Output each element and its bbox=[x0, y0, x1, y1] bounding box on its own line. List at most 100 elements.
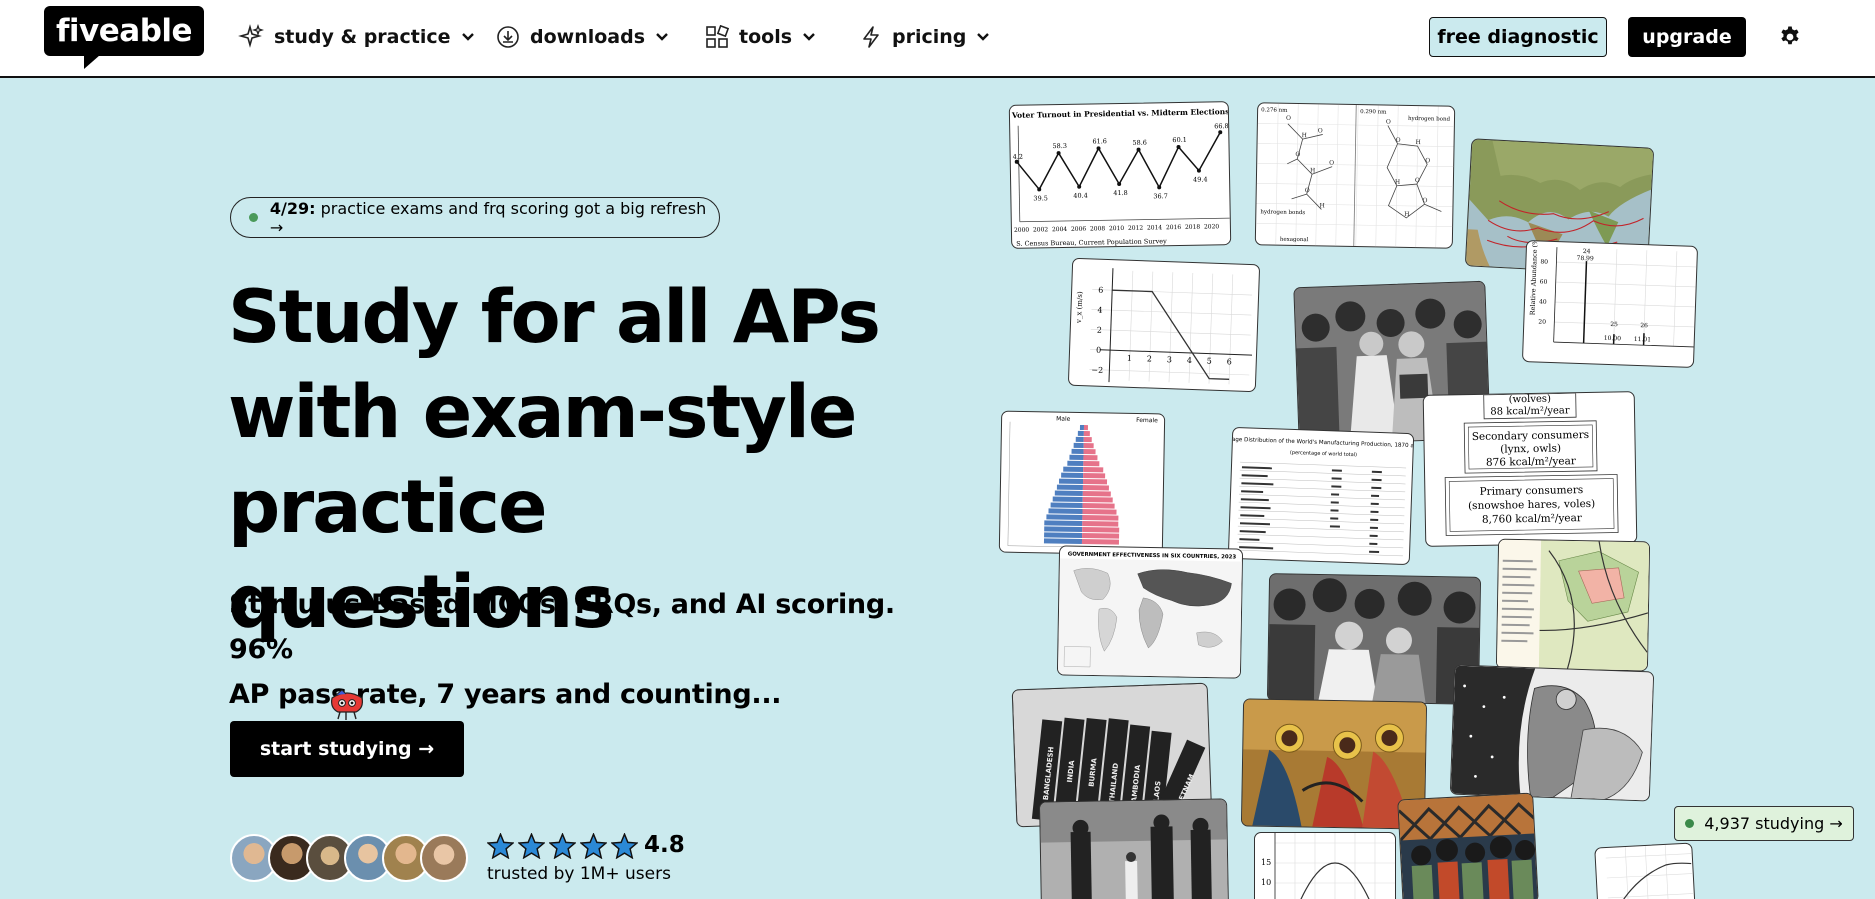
chevron-down-icon bbox=[977, 33, 990, 41]
svg-text:O: O bbox=[1396, 137, 1401, 144]
voter-title: Voter Turnout in Presidential vs. Midter… bbox=[1011, 106, 1231, 120]
nav-study-practice[interactable]: study & practice bbox=[238, 22, 475, 52]
velocity-xtick: 6 bbox=[1227, 357, 1232, 366]
card-velocity-graph: v_x (m/s) 6 4 2 0 −2 1 2 3 4 5 6 bbox=[1067, 257, 1261, 393]
trusted-text: trusted by 1M+ users bbox=[487, 864, 671, 884]
voter-source: S. Census Bureau, Current Population Sur… bbox=[1016, 237, 1167, 248]
lightning-icon bbox=[863, 26, 879, 48]
logo-text: fiveable bbox=[55, 13, 193, 49]
chevron-down-icon bbox=[656, 33, 668, 41]
table-subtitle: (percentage of world total) bbox=[1290, 450, 1357, 458]
svg-text:H: H bbox=[1395, 179, 1400, 186]
graph-ytick: 15 bbox=[1261, 858, 1271, 867]
svg-text:O: O bbox=[1329, 160, 1334, 167]
voter-value: 49.4 bbox=[1193, 175, 1208, 183]
abundance-label: 40 bbox=[1539, 299, 1547, 306]
abundance-label: 10.00 bbox=[1604, 335, 1622, 343]
voter-year: 2020 bbox=[1204, 223, 1220, 230]
abundance-label: 60 bbox=[1540, 279, 1548, 286]
velocity-xtick: 3 bbox=[1167, 355, 1172, 364]
card-curve-graph bbox=[1594, 842, 1696, 899]
voter-value: 4.2 bbox=[1013, 153, 1023, 161]
card-engraving-illustration bbox=[1449, 664, 1655, 802]
nav-pricing[interactable]: pricing bbox=[860, 22, 990, 52]
live-dot bbox=[1685, 819, 1695, 828]
velocity-axis: v_x (m/s) bbox=[1075, 291, 1084, 324]
upgrade-button[interactable]: upgrade bbox=[1628, 17, 1746, 57]
table-title: Percentage Distribution of the World's M… bbox=[1229, 436, 1415, 450]
svg-text:O: O bbox=[1386, 119, 1391, 126]
card-energy-pyramid: (wolves) 88 kcal/m²/year Secondary consu… bbox=[1422, 391, 1638, 547]
velocity-ytick: 6 bbox=[1098, 286, 1103, 295]
rating-stars bbox=[487, 833, 638, 859]
graph-ytick: 10 bbox=[1261, 878, 1271, 887]
headline-line: Study for all APs bbox=[228, 275, 881, 360]
nav-downloads[interactable]: downloads bbox=[496, 22, 669, 52]
nav-label: tools bbox=[739, 26, 793, 48]
star-icon bbox=[518, 833, 545, 859]
svg-text:H: H bbox=[1404, 211, 1409, 218]
voter-value: 39.5 bbox=[1033, 194, 1048, 202]
card-mural-painting bbox=[1397, 792, 1539, 899]
announcement-banner[interactable]: 4/29: practice exams and frq scoring got… bbox=[230, 197, 720, 238]
svg-text:O: O bbox=[1318, 127, 1323, 134]
voter-value: 58.6 bbox=[1132, 139, 1147, 147]
headline-line: with exam-style bbox=[228, 370, 857, 455]
svg-text:H: H bbox=[1302, 132, 1307, 139]
velocity-ytick: 4 bbox=[1097, 306, 1102, 315]
voter-year: 2006 bbox=[1071, 226, 1087, 233]
svg-text:O: O bbox=[1295, 151, 1300, 158]
voter-value: 40.4 bbox=[1073, 192, 1088, 200]
energy-title: (wolves) bbox=[1509, 394, 1552, 406]
nav-tools[interactable]: tools bbox=[705, 22, 816, 52]
top-nav: fiveable study & practice downloads tool… bbox=[0, 0, 1875, 78]
voter-value: 58.3 bbox=[1052, 142, 1067, 150]
voter-year: 2002 bbox=[1033, 226, 1049, 233]
molecule-label: hydrogen bond bbox=[1408, 116, 1451, 123]
voter-year: 2012 bbox=[1128, 225, 1144, 232]
svg-text:O: O bbox=[1423, 197, 1428, 204]
energy-title: Secondary consumers bbox=[1472, 429, 1590, 443]
abundance-label: 78.99 bbox=[1576, 255, 1594, 263]
download-icon bbox=[497, 26, 519, 48]
svg-text:O: O bbox=[1305, 187, 1310, 194]
energy-title: Primary consumers bbox=[1479, 484, 1583, 498]
velocity-xtick: 2 bbox=[1147, 354, 1152, 363]
card-historical-map bbox=[1495, 538, 1651, 672]
velocity-xtick: 4 bbox=[1187, 356, 1192, 365]
star-icon bbox=[487, 833, 514, 859]
nav-label: study & practice bbox=[274, 26, 451, 48]
fiveable-logo[interactable]: fiveable bbox=[44, 6, 204, 56]
start-studying-button[interactable]: start studying → bbox=[230, 721, 464, 777]
voter-year: 2000 bbox=[1014, 227, 1030, 234]
chevron-down-icon bbox=[803, 33, 815, 41]
grid-icon bbox=[706, 25, 729, 48]
abundance-label: 80 bbox=[1540, 259, 1548, 266]
status-dot bbox=[249, 213, 258, 222]
energy-value: 876 kcal/m²/year bbox=[1486, 455, 1577, 469]
voter-year: 2004 bbox=[1052, 226, 1068, 233]
voter-year: 2008 bbox=[1090, 225, 1106, 232]
energy-value: 8,760 kcal/m²/year bbox=[1482, 512, 1583, 526]
voter-value: 41.8 bbox=[1113, 189, 1128, 197]
free-diagnostic-button[interactable]: free diagnostic bbox=[1429, 17, 1607, 57]
energy-subtitle: (lynx, owls) bbox=[1500, 442, 1561, 455]
energy-subtitle: (snowshoe hares, voles) bbox=[1468, 498, 1595, 512]
nav-label: downloads bbox=[530, 26, 646, 48]
abundance-label: 25 bbox=[1610, 321, 1618, 328]
voter-value: 60.1 bbox=[1172, 136, 1187, 144]
abundance-label: 11.01 bbox=[1634, 336, 1651, 344]
studying-count-badge[interactable]: 4,937 studying → bbox=[1674, 806, 1854, 841]
voter-year: 2016 bbox=[1166, 224, 1182, 231]
announcement-message: practice exams and frq scoring got a big… bbox=[269, 198, 707, 237]
rating-value: 4.8 bbox=[644, 832, 685, 858]
voter-value: 66.8 bbox=[1214, 122, 1229, 130]
voter-year: 2018 bbox=[1185, 224, 1201, 231]
voter-value: 36.7 bbox=[1153, 192, 1168, 200]
pyramid-label: Male bbox=[1056, 416, 1071, 423]
card-parabola-graph: 15 10 5 bbox=[1254, 832, 1396, 899]
card-historical-photo-street bbox=[1039, 798, 1229, 899]
star-icon bbox=[580, 833, 607, 859]
announcement-text: 4/29: practice exams and frq scoring got… bbox=[270, 199, 719, 237]
gear-icon[interactable] bbox=[1778, 25, 1802, 49]
